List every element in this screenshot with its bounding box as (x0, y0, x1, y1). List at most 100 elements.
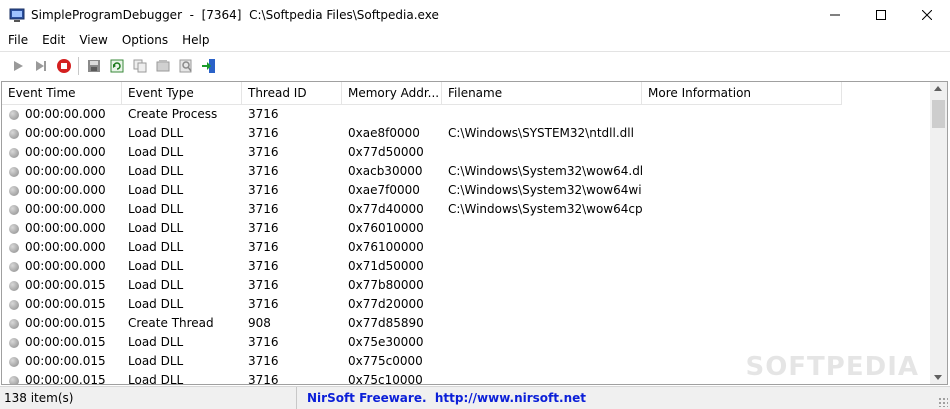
stop-button[interactable] (52, 55, 75, 77)
table-row[interactable]: 00:00:00.015 Load DLL 3716 0x77b80000 (2, 276, 931, 295)
event-dot-icon (9, 223, 19, 234)
table-row[interactable]: 00:00:00.000 Load DLL 3716 0x77d40000 C:\Win… (2, 200, 931, 219)
cell-memory-address: 0x77d50000 (348, 145, 424, 159)
cell-thread-id: 3716 (248, 164, 279, 178)
event-time-text: 00:00:00.000 (25, 221, 106, 235)
table-row[interactable]: 00:00:00.015 Load DLL 3716 0x77d20000 (2, 295, 931, 314)
column-event-type[interactable]: Event Type (122, 82, 242, 105)
cell-event-time: 00:00:00.000 (2, 124, 122, 143)
table-row[interactable]: 00:00:00.015 Load DLL 3716 0x75e30000 (2, 333, 931, 352)
table-row[interactable]: 00:00:00.000 Load DLL 3716 0x71d50000 (2, 257, 931, 276)
cell-event-time: 00:00:00.000 (2, 238, 122, 257)
cell-filename (442, 143, 642, 162)
scroll-up-icon[interactable] (934, 86, 942, 91)
cell-event-type: Create Thread (128, 316, 214, 330)
cell-event-type: Load DLL (128, 240, 184, 254)
event-dot-icon (9, 128, 19, 139)
close-icon (922, 10, 932, 20)
table-row[interactable]: 00:00:00.000 Load DLL 3716 0xae7f0000 C:\Win… (2, 181, 931, 200)
refresh-button[interactable] (105, 55, 128, 77)
event-time-text: 00:00:00.015 (25, 354, 106, 368)
stop-icon (56, 58, 71, 73)
scroll-thumb[interactable] (932, 100, 945, 128)
copy-button[interactable] (128, 55, 151, 77)
properties-icon (156, 59, 169, 71)
cell-memory-address: 0x775c0000 (348, 354, 423, 368)
event-time-text: 00:00:00.000 (25, 107, 106, 121)
cell-event-type: Load DLL (128, 164, 184, 178)
column-more-information[interactable]: More Information (642, 82, 842, 105)
title-bar: SimpleProgramDebugger - [7364] C:\Softpe… (0, 0, 950, 30)
table-row[interactable]: 00:00:00.000 Load DLL 3716 0x77d50000 (2, 143, 931, 162)
list-header: Event Time Event Type Thread ID Memory A… (2, 82, 842, 105)
minimize-button[interactable] (812, 0, 858, 30)
cell-event-time: 00:00:00.000 (2, 219, 122, 238)
run-button[interactable] (6, 55, 29, 77)
column-filename[interactable]: Filename (442, 82, 642, 105)
table-row[interactable]: 00:00:00.000 Load DLL 3716 0x76100000 (2, 238, 931, 257)
nirsoft-link[interactable]: NirSoft Freeware. http://www.nirsoft.net (297, 391, 586, 405)
cell-memory-address: 0x75e30000 (348, 335, 424, 349)
cell-more-information (642, 143, 842, 162)
event-time-text: 00:00:00.000 (25, 202, 106, 216)
cell-memory-address: 0x76010000 (348, 221, 424, 235)
cell-thread-id: 3716 (248, 354, 279, 368)
event-dot-icon (9, 185, 19, 196)
cell-event-time: 00:00:00.015 (2, 314, 122, 333)
events-list[interactable]: Event Time Event Type Thread ID Memory A… (1, 81, 948, 385)
cell-thread-id: 3716 (248, 259, 279, 273)
event-dot-icon (9, 109, 19, 120)
event-time-text: 00:00:00.000 (25, 240, 106, 254)
menu-edit[interactable]: Edit (35, 30, 72, 51)
event-dot-icon (9, 337, 19, 348)
step-button[interactable] (29, 55, 52, 77)
event-dot-icon (9, 261, 19, 272)
maximize-button[interactable] (858, 0, 904, 30)
status-bar: 138 item(s) NirSoft Freeware. http://www… (0, 386, 950, 409)
menu-view[interactable]: View (72, 30, 114, 51)
cell-memory-address: 0xacb30000 (348, 164, 423, 178)
scroll-down-icon[interactable] (934, 375, 942, 380)
find-button[interactable] (174, 55, 197, 77)
cell-memory-address: 0x77d20000 (348, 297, 424, 311)
cell-event-type: Load DLL (128, 259, 184, 273)
event-dot-icon (9, 166, 19, 177)
table-row[interactable]: 00:00:00.000 Load DLL 3716 0x76010000 (2, 219, 931, 238)
event-dot-icon (9, 242, 19, 253)
cell-event-type: Load DLL (128, 145, 184, 159)
table-row[interactable]: 00:00:00.015 Create Thread 908 0x77d85890 (2, 314, 931, 333)
cell-event-type: Load DLL (128, 183, 184, 197)
find-icon (179, 59, 192, 72)
menu-options[interactable]: Options (115, 30, 175, 51)
menu-file[interactable]: File (0, 30, 35, 51)
cell-event-type: Load DLL (128, 373, 184, 385)
cell-more-information (642, 219, 842, 238)
event-time-text: 00:00:00.000 (25, 164, 106, 178)
cell-event-type: Load DLL (128, 221, 184, 235)
column-memory-address[interactable]: Memory Addr... (342, 82, 442, 105)
close-button[interactable] (904, 0, 950, 30)
cell-event-time: 00:00:00.015 (2, 352, 122, 371)
cell-event-time: 00:00:00.000 (2, 105, 122, 124)
column-event-time[interactable]: Event Time (2, 82, 122, 105)
window-title: SimpleProgramDebugger - [7364] C:\Softpe… (31, 8, 439, 22)
cell-thread-id: 3716 (248, 183, 279, 197)
event-time-text: 00:00:00.015 (25, 335, 106, 349)
exit-button[interactable] (197, 55, 220, 77)
save-button[interactable] (82, 55, 105, 77)
softpedia-watermark: SOFTPEDIA (745, 352, 919, 382)
vertical-scrollbar[interactable] (930, 82, 947, 384)
table-row[interactable]: 00:00:00.000 Load DLL 3716 0xae8f0000 C:\Win… (2, 124, 931, 143)
table-row[interactable]: 00:00:00.000 Create Process 3716 (2, 105, 931, 124)
resize-grip-icon[interactable] (938, 397, 948, 407)
event-time-text: 00:00:00.000 (25, 145, 106, 159)
properties-button[interactable] (151, 55, 174, 77)
event-time-text: 00:00:00.000 (25, 259, 106, 273)
cell-filename (442, 314, 642, 333)
cell-filename (442, 352, 642, 371)
cell-more-information (642, 238, 842, 257)
cell-more-information (642, 105, 842, 124)
table-row[interactable]: 00:00:00.000 Load DLL 3716 0xacb30000 C:\Win… (2, 162, 931, 181)
column-thread-id[interactable]: Thread ID (242, 82, 342, 105)
menu-help[interactable]: Help (175, 30, 216, 51)
